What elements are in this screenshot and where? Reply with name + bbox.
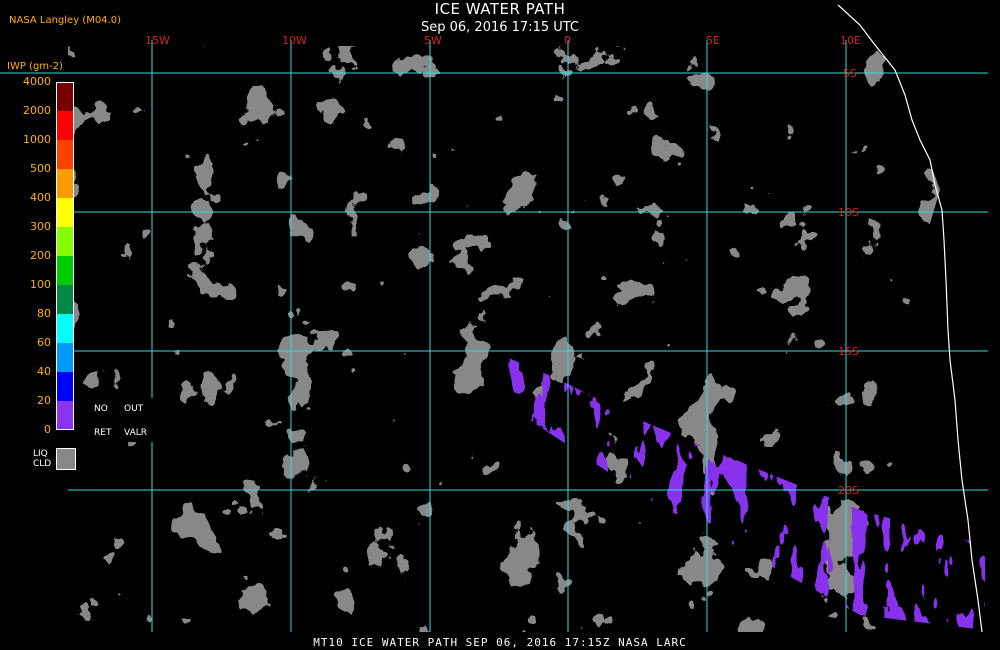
lon-label-10w: 10W <box>282 34 307 47</box>
legend-tick-label: 40 <box>37 365 51 378</box>
legend-unit-label: IWP (gm-2) <box>7 61 63 72</box>
map-timestamp: Sep 06, 2016 17:15 UTC <box>420 20 580 35</box>
no-ret-line2: RET <box>94 428 112 438</box>
satellite-map <box>0 0 1000 650</box>
out-valr-line1: OUT <box>124 404 144 414</box>
out-valr-line2: VALR <box>124 428 148 438</box>
lat-label-15s: 15S <box>838 345 859 358</box>
legend-tick-label: 500 <box>30 162 51 175</box>
liquid-cloud-swatch <box>56 448 76 470</box>
legend-tick-label: 200 <box>30 249 51 262</box>
lat-label-5s: 5S <box>843 67 857 80</box>
legend-frame <box>56 82 74 430</box>
lon-label-5w: 5W <box>424 34 442 47</box>
legend-tick-label: 0 <box>44 423 51 436</box>
legend-tick-label: 100 <box>30 278 51 291</box>
legend-tick-label: 60 <box>37 336 51 349</box>
liq-label-line2: CLD <box>33 459 52 469</box>
lat-label-10s: 10S <box>838 206 859 219</box>
no-ret-line1: NO <box>94 404 108 414</box>
map-title: ICE WATER PATH <box>434 0 566 18</box>
legend-tick-label: 1000 <box>23 133 51 146</box>
legend-tick-label: 400 <box>30 191 51 204</box>
lon-label-0: 0 <box>564 34 571 47</box>
legend-tick-label: 2000 <box>23 104 51 117</box>
lat-label-20s: 20S <box>838 484 859 497</box>
source-label: NASA Langley (M04.0) <box>9 15 121 26</box>
no-retrieval-box: NO RET OUT VALR <box>82 398 156 442</box>
footer-caption: MT10 ICE WATER PATH SEP 06, 2016 17:15Z … <box>313 636 687 649</box>
lon-label-15w: 15W <box>145 34 170 47</box>
legend-tick-label: 80 <box>37 307 51 320</box>
legend-tick-label: 4000 <box>23 75 51 88</box>
legend-tick-label: 300 <box>30 220 51 233</box>
lon-label-5e: 5E <box>706 34 720 47</box>
lon-label-10e: 10E <box>840 34 861 47</box>
liq-label-line1: LIQ <box>33 449 48 459</box>
legend-tick-label: 20 <box>37 394 51 407</box>
